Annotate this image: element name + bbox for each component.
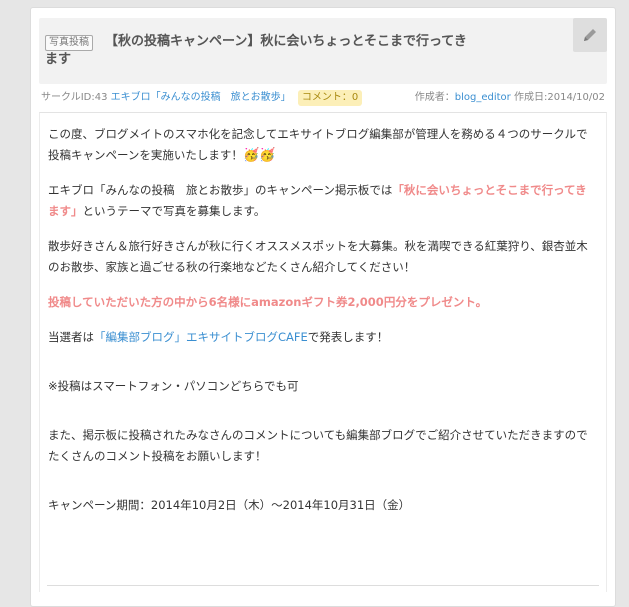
divider bbox=[47, 585, 599, 586]
paragraph: この度、ブログメイトのスマホ化を記念してエキサイトブログ編集部が管理人を務める４… bbox=[48, 127, 588, 163]
paragraph: ※投稿はスマートフォン・パソコンどちらでも可 bbox=[48, 379, 299, 393]
pencil-icon bbox=[584, 29, 596, 41]
edit-button[interactable] bbox=[573, 18, 607, 52]
post-header: 写真投稿 【秋の投稿キャンペーン】秋に会いちょっとそこまで行ってきます bbox=[39, 18, 607, 84]
created-date: 作成日:2014/10/02 bbox=[513, 92, 605, 103]
circle-name-link[interactable]: エキブロ「みんなの投稿 旅とお散歩」 bbox=[111, 92, 291, 103]
paragraph: また、掲示板に投稿されたみなさんのコメントについても編集部ブログでご紹介させてい… bbox=[48, 428, 588, 463]
campaign-period: キャンペーン期間：2014年10月2日（木）～2014年10月31日（金） bbox=[48, 498, 411, 512]
paragraph: 当選者は「編集部ブログ」エキサイトブログCAFEで発表します！ bbox=[48, 330, 389, 344]
party-emoji-icon: 🥳🥳 bbox=[242, 148, 276, 163]
circle-id: サークルID:43 bbox=[41, 92, 108, 103]
comment-count-badge[interactable]: コメント：0 bbox=[297, 90, 363, 106]
author-label: 作成者： bbox=[414, 92, 455, 103]
post-card: 写真投稿 【秋の投稿キャンペーン】秋に会いちょっとそこまで行ってきます サークル… bbox=[30, 7, 616, 607]
prize-highlight: 投稿していただいた方の中から6名様にamazonギフト券2,000円分をプレゼン… bbox=[48, 295, 488, 309]
author-link[interactable]: blog_editor bbox=[455, 92, 511, 103]
editorial-blog-link[interactable]: 「編集部ブログ」エキサイトブログCAFE bbox=[94, 330, 308, 344]
paragraph: 散歩好きさん＆旅行好きさんが秋に行くオススメスポットを大募集。秋を満喫できる紅葉… bbox=[48, 239, 588, 274]
post-body: この度、ブログメイトのスマホ化を記念してエキサイトブログ編集部が管理人を務める４… bbox=[39, 112, 607, 592]
post-title: 【秋の投稿キャンペーン】秋に会いちょっとそこまで行ってきます bbox=[45, 34, 467, 67]
paragraph: エキブロ「みんなの投稿 旅とお散歩」のキャンペーン掲示板では「秋に会いちょっとそ… bbox=[48, 183, 587, 218]
post-meta: サークルID:43 エキブロ「みんなの投稿 旅とお散歩」 コメント：0 作成者：… bbox=[39, 84, 607, 112]
